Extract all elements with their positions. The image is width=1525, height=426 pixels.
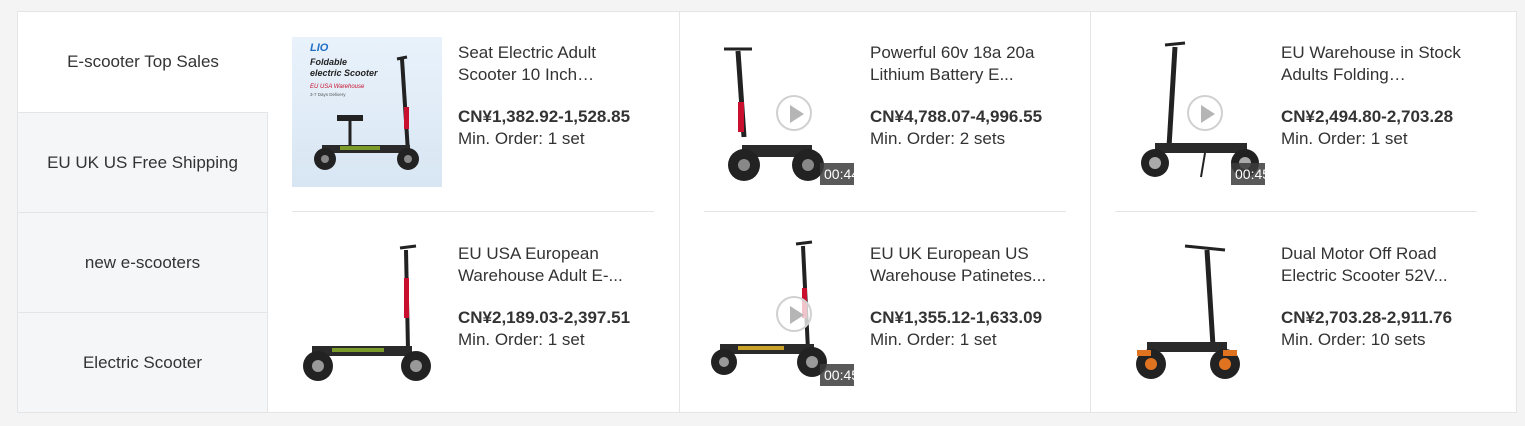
sidebar-item-label: new e-scooters: [84, 252, 201, 272]
product-column-1: LIO Foldable electric Scooter EU USA War…: [268, 12, 679, 412]
product-video-thumbnail[interactable]: 00:44: [704, 37, 854, 187]
promo-brand: LIO: [310, 42, 329, 54]
product-info: EU Warehouse in Stock Adults Folding Kic…: [1281, 42, 1477, 150]
video-duration: 00:44: [820, 163, 854, 185]
product-card[interactable]: LIO Foldable electric Scooter EU USA War…: [292, 37, 654, 207]
sidebar-item-new-escooters[interactable]: new e-scooters: [18, 212, 268, 312]
product-card[interactable]: Dual Motor Off Road Electric Scooter 52V…: [1115, 238, 1477, 408]
video-duration: 00:45: [820, 364, 854, 386]
min-order: Min. Order: 1 set: [870, 330, 997, 349]
product-video-thumbnail[interactable]: 00:45: [1115, 37, 1265, 187]
sidebar-item-escooter-top-sales[interactable]: E-scooter Top Sales: [18, 12, 268, 112]
sidebar-item-label: E-scooter Top Sales: [67, 52, 219, 71]
divider: [1115, 211, 1477, 212]
product-column-2: 00:44 Powerful 60v 18a 20a Lithium Batte…: [679, 12, 1090, 412]
product-info: Seat Electric Adult Scooter 10 Inch Fold…: [458, 42, 654, 150]
promo-line2: electric Scooter: [310, 68, 378, 78]
sidebar-item-free-shipping[interactable]: EU UK US Free Shipping: [18, 112, 268, 212]
play-icon[interactable]: [776, 95, 812, 131]
min-order: Min. Order: 1 set: [458, 330, 585, 349]
scooter-image: [303, 244, 431, 381]
product-title[interactable]: Powerful 60v 18a 20a Lithium Battery E..…: [870, 42, 1066, 86]
product-video-thumbnail[interactable]: 00:45: [704, 238, 854, 388]
scooter-with-seat-image: LIO Foldable electric Scooter EU USA War…: [310, 42, 419, 170]
sidebar-item-electric-scooter[interactable]: Electric Scooter: [18, 312, 268, 412]
product-card[interactable]: EU USA European Warehouse Adult E-... CN…: [292, 238, 654, 408]
promo-line3: EU USA Warehouse: [310, 84, 365, 90]
product-title[interactable]: Seat Electric Adult Scooter 10 Inch Fold…: [458, 42, 654, 86]
product-image[interactable]: LIO Foldable electric Scooter EU USA War…: [292, 37, 442, 187]
product-price: CN¥4,788.07-4,996.55: [870, 107, 1043, 126]
min-order: Min. Order: 1 set: [458, 129, 585, 148]
product-column-3: 00:45 EU Warehouse in Stock Adults Foldi…: [1090, 12, 1517, 412]
product-card[interactable]: 00:45 EU Warehouse in Stock Adults Foldi…: [1115, 37, 1477, 207]
play-icon[interactable]: [1187, 95, 1223, 131]
product-image[interactable]: [1115, 238, 1265, 388]
product-price: CN¥2,189.03-2,397.51: [458, 308, 631, 327]
product-title[interactable]: EU USA European Warehouse Adult E-...: [458, 243, 654, 287]
product-card[interactable]: 00:45 EU UK European US Warehouse Patine…: [704, 238, 1066, 408]
promo-line1: Foldable: [310, 57, 347, 67]
divider: [704, 211, 1066, 212]
sidebar-item-label: Electric Scooter: [82, 352, 203, 372]
product-price: CN¥1,355.12-1,633.09: [870, 308, 1043, 327]
min-order: Min. Order: 2 sets: [870, 129, 1006, 148]
product-info: Powerful 60v 18a 20a Lithium Battery E..…: [870, 42, 1066, 150]
product-price: CN¥2,703.28-2,911.76: [1281, 308, 1453, 327]
promo-line4: 3-7 Days Delivery: [310, 92, 346, 97]
product-image[interactable]: [292, 238, 442, 388]
product-recommendation-widget: E-scooter Top Sales EU UK US Free Shippi…: [17, 11, 1517, 413]
product-card[interactable]: 00:44 Powerful 60v 18a 20a Lithium Batte…: [704, 37, 1066, 207]
video-duration: 00:45: [1231, 163, 1265, 185]
product-price: CN¥2,494.80-2,703.28: [1281, 107, 1454, 126]
play-icon[interactable]: [776, 296, 812, 332]
product-info: EU USA European Warehouse Adult E-... CN…: [458, 243, 654, 351]
min-order: Min. Order: 10 sets: [1281, 330, 1426, 349]
min-order: Min. Order: 1 set: [1281, 129, 1408, 148]
offroad-scooter-image: [1136, 244, 1240, 379]
sidebar-item-label: EU UK US Free Shipping: [47, 152, 238, 172]
product-title[interactable]: EU UK European US Warehouse Patinetes...: [870, 243, 1066, 287]
product-title[interactable]: Dual Motor Off Road Electric Scooter 52V…: [1281, 243, 1477, 287]
product-title[interactable]: EU Warehouse in Stock Adults Folding Kic…: [1281, 42, 1477, 86]
product-price: CN¥1,382.92-1,528.85: [458, 107, 631, 126]
divider: [292, 211, 654, 212]
product-info: EU UK European US Warehouse Patinetes...…: [870, 243, 1066, 351]
product-info: Dual Motor Off Road Electric Scooter 52V…: [1281, 243, 1477, 351]
category-sidebar: E-scooter Top Sales EU UK US Free Shippi…: [18, 12, 268, 412]
